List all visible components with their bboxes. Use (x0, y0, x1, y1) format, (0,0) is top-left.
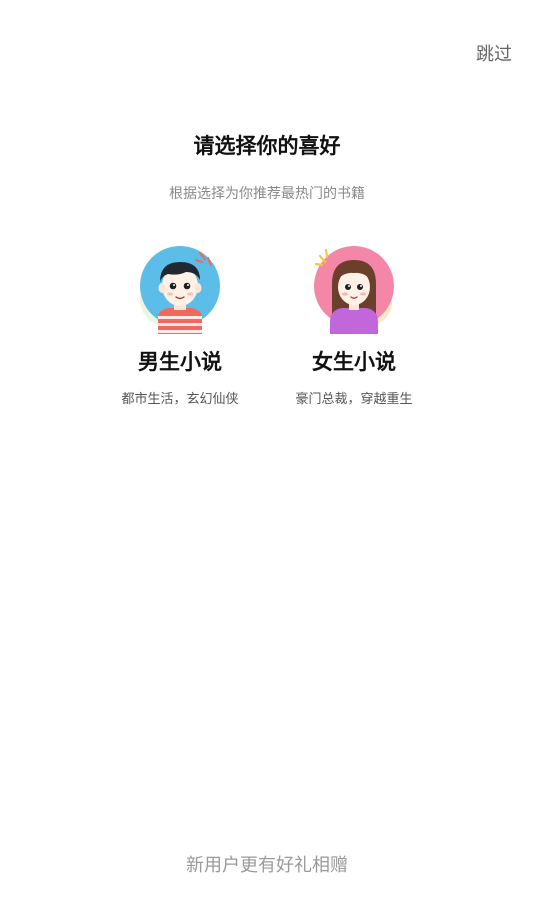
page-subtitle: 根据选择为你推荐最热门的书籍 (169, 186, 365, 202)
skip-button[interactable]: 跳过 (476, 40, 512, 66)
option-female-desc: 豪门总裁，穿越重生 (295, 392, 413, 407)
option-male-desc: 都市生活，玄幻仙侠 (121, 392, 239, 407)
option-female-novels[interactable]: 女生小说 豪门总裁，穿越重生 (274, 238, 434, 407)
girl-avatar-icon (314, 246, 394, 334)
boy-avatar-icon (140, 246, 220, 334)
option-male-novels[interactable]: 男生小说 都市生活，玄幻仙侠 (100, 238, 260, 407)
new-user-promo-text: 新用户更有好礼相赠 (186, 855, 348, 876)
option-male-title: 男生小说 (138, 350, 222, 374)
option-female-title: 女生小说 (312, 350, 396, 374)
page-title: 请选择你的喜好 (193, 134, 341, 158)
